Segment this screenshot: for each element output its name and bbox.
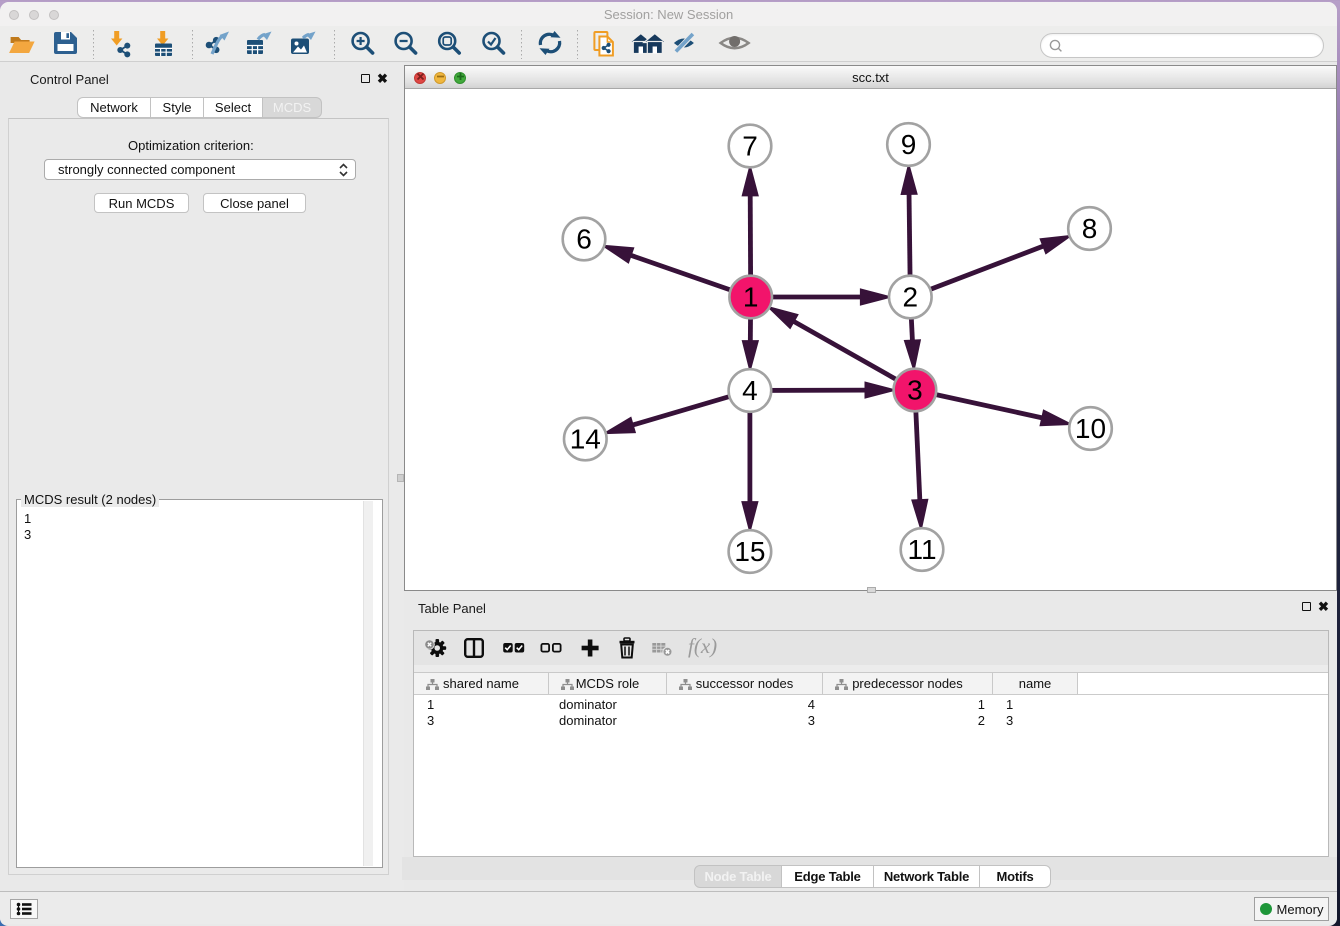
svg-text:7: 7	[742, 131, 758, 162]
svg-text:15: 15	[734, 536, 765, 567]
svg-text:1: 1	[743, 282, 759, 313]
svg-text:9: 9	[901, 129, 917, 160]
svg-text:4: 4	[742, 375, 758, 406]
svg-text:11: 11	[907, 534, 936, 565]
svg-text:6: 6	[576, 224, 592, 255]
svg-text:3: 3	[907, 375, 923, 406]
svg-text:10: 10	[1075, 413, 1106, 444]
svg-text:14: 14	[570, 424, 601, 455]
svg-text:8: 8	[1082, 213, 1098, 244]
svg-text:2: 2	[903, 282, 919, 313]
